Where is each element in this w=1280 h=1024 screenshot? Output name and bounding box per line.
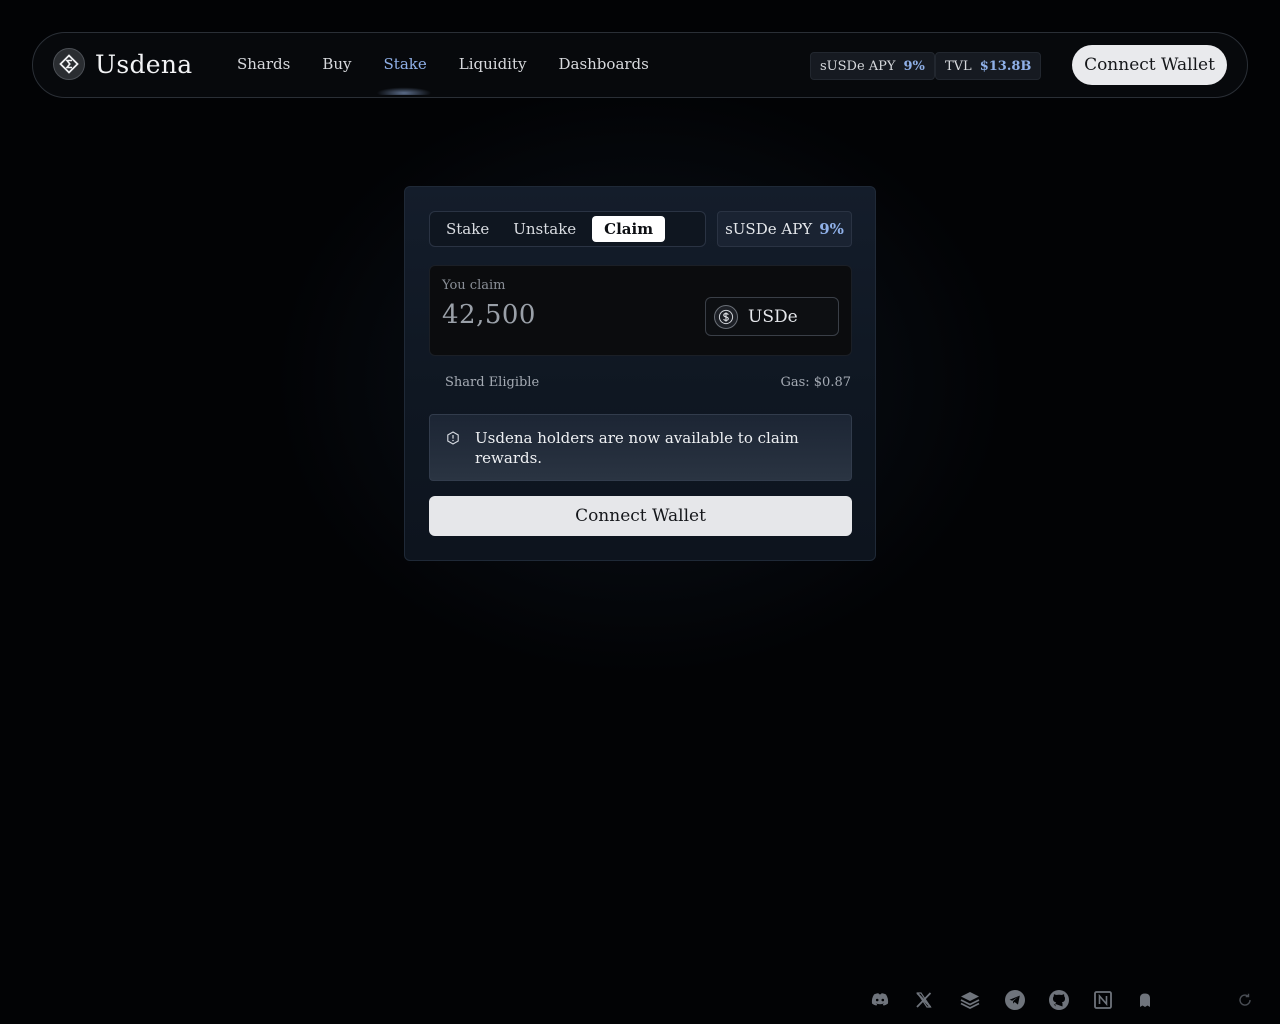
token-name: USDe xyxy=(748,306,798,327)
tvl-stat-label: TVL xyxy=(945,58,972,74)
claim-label: You claim xyxy=(442,278,506,293)
x-icon[interactable] xyxy=(912,988,936,1012)
card-apy-value: 9% xyxy=(819,220,844,238)
gas-fee-label: Gas: $0.87 xyxy=(780,375,851,390)
apy-stat-value: 9% xyxy=(903,58,925,74)
telegram-icon[interactable] xyxy=(1003,988,1027,1012)
nav-link-shards[interactable]: Shards xyxy=(237,55,290,73)
token-selector[interactable]: USDe xyxy=(705,297,839,336)
nav-link-stake[interactable]: Stake xyxy=(369,55,438,95)
stake-tabs: Stake Unstake Claim xyxy=(429,211,706,247)
tab-unstake[interactable]: Unstake xyxy=(501,216,588,242)
brand-logo[interactable]: Usdena xyxy=(53,48,193,80)
layers-icon[interactable] xyxy=(958,988,982,1012)
apy-stat-pill: sUSDe APY 9% xyxy=(810,52,935,80)
nav-link-liquidity[interactable]: Liquidity xyxy=(459,55,527,73)
claim-notice: Usdena holders are now available to clai… xyxy=(429,414,852,481)
notion-icon[interactable] xyxy=(1091,988,1115,1012)
dollar-coin-icon xyxy=(714,304,738,329)
card-connect-wallet-button[interactable]: Connect Wallet xyxy=(429,496,852,536)
refresh-icon[interactable] xyxy=(1233,988,1257,1012)
notice-text: Usdena holders are now available to clai… xyxy=(475,429,799,467)
tab-stake[interactable]: Stake xyxy=(434,216,501,242)
footer-social-links xyxy=(868,988,1257,1012)
usdena-logo-icon xyxy=(53,48,85,80)
card-apy-label: sUSDe APY xyxy=(725,220,813,238)
apy-stat-label: sUSDe APY xyxy=(820,58,896,74)
claim-input-box: You claim 42,500 USDe xyxy=(429,265,852,356)
tvl-stat-value: $13.8B xyxy=(979,58,1032,74)
tvl-stat-pill: TVL $13.8B xyxy=(935,52,1042,80)
nav-link-stake-label: Stake xyxy=(383,55,427,73)
tab-claim[interactable]: Claim xyxy=(592,216,666,242)
brand-name: Usdena xyxy=(95,49,193,79)
active-indicator-glow xyxy=(369,81,438,95)
nav-links: Shards Buy Stake Liquidity Dashboards xyxy=(237,55,681,95)
shard-eligible-label: Shard Eligible xyxy=(445,375,540,390)
info-hexagon-icon xyxy=(446,430,460,449)
claim-amount-input[interactable]: 42,500 xyxy=(442,300,536,330)
nav-link-dashboards[interactable]: Dashboards xyxy=(558,55,648,73)
top-nav: Usdena Shards Buy Stake Liquidity Dashbo… xyxy=(32,32,1248,98)
connect-wallet-button[interactable]: Connect Wallet xyxy=(1072,45,1227,85)
nav-link-buy[interactable]: Buy xyxy=(322,55,351,73)
card-apy-badge: sUSDe APY 9% xyxy=(717,211,852,247)
discord-icon[interactable] xyxy=(868,988,892,1012)
ghost-icon[interactable] xyxy=(1133,988,1157,1012)
stake-card: Stake Unstake Claim sUSDe APY 9% You cla… xyxy=(404,186,876,561)
github-icon[interactable] xyxy=(1047,988,1071,1012)
